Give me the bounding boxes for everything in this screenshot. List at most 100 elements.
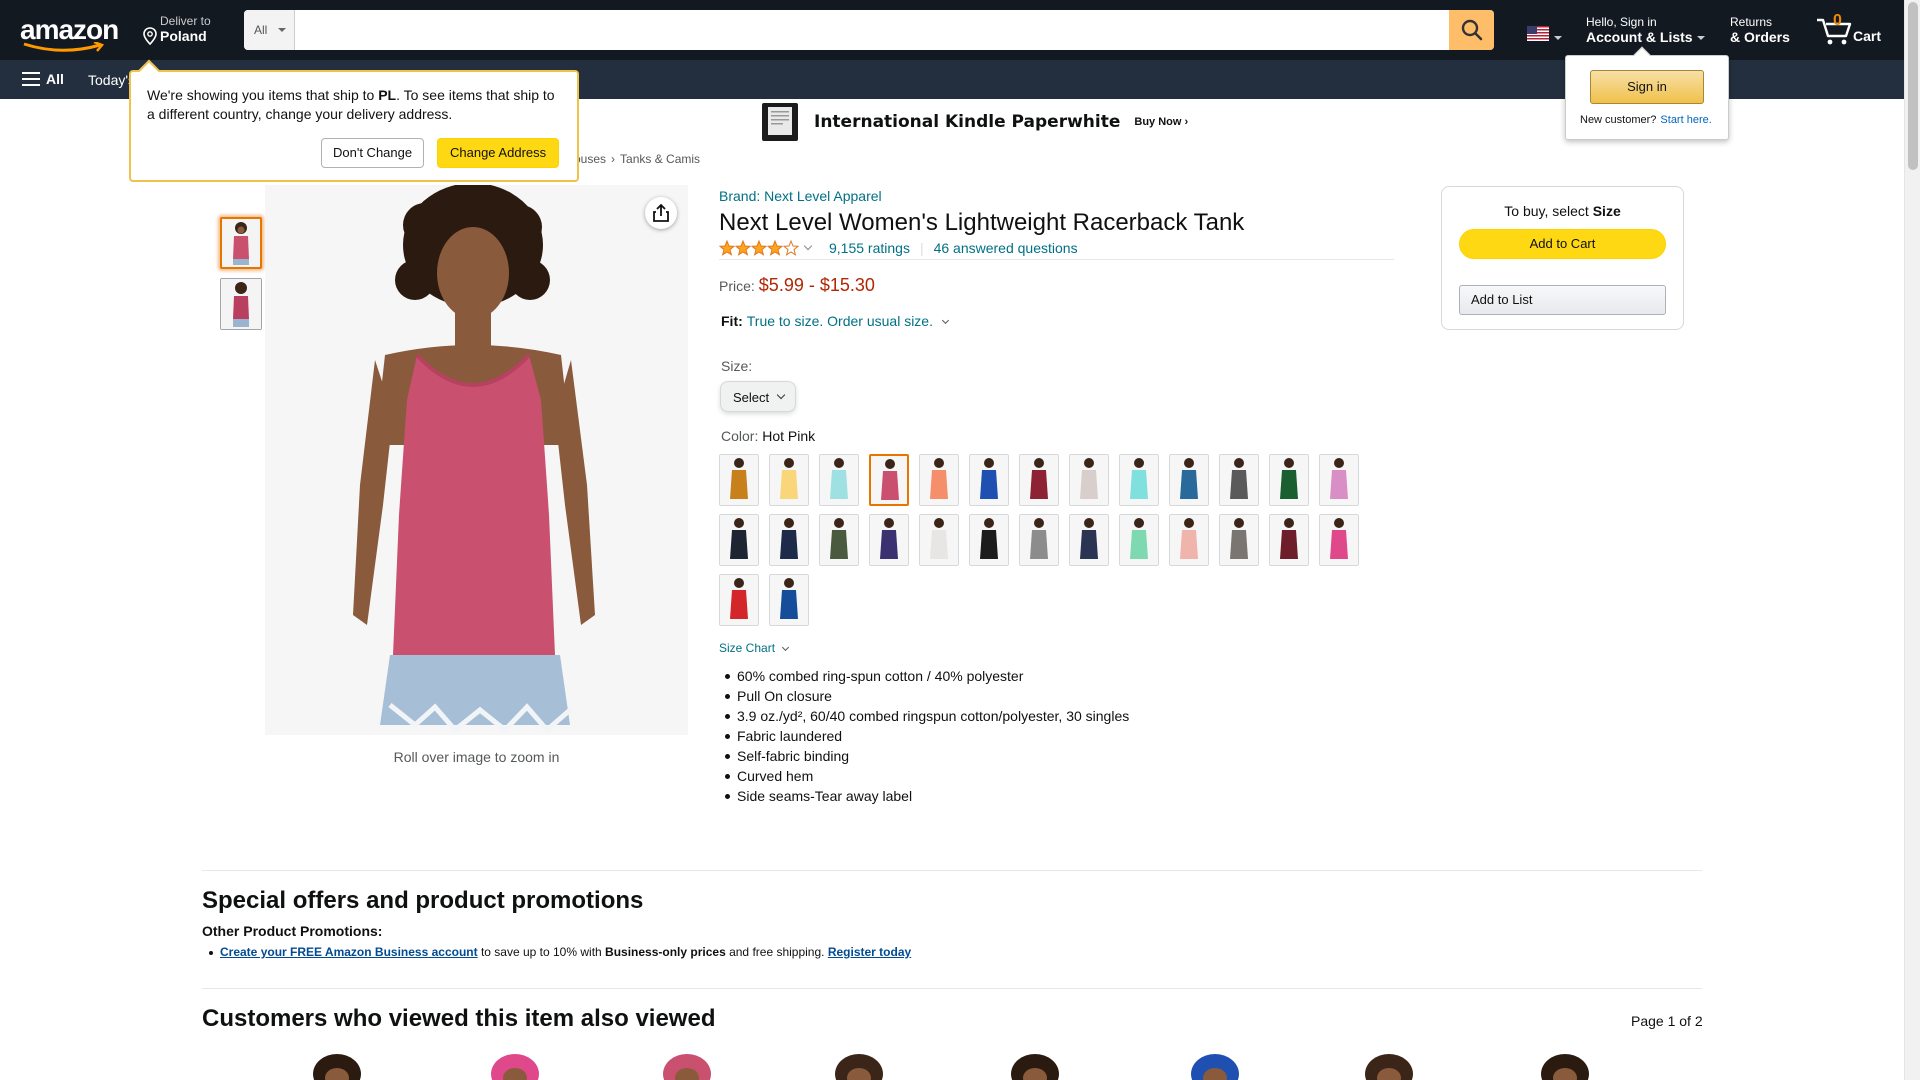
share-button[interactable] (645, 197, 677, 229)
fit-text[interactable]: True to size. Order usual size. (747, 313, 933, 329)
color-label: Color: Hot Pink (721, 428, 816, 444)
chevron-down-icon[interactable] (941, 316, 950, 325)
product-thumbnail[interactable] (220, 217, 262, 269)
deliver-to[interactable]: Deliver to Poland (142, 14, 211, 45)
kindle-banner[interactable]: International Kindle Paperwhite Buy Now … (760, 101, 1188, 143)
carousel-product-card[interactable] (292, 1052, 382, 1080)
carousel-product-card[interactable] (1520, 1052, 1610, 1080)
color-swatch[interactable] (819, 514, 859, 566)
deliver-label: Deliver to (160, 14, 211, 28)
amazon-business-link[interactable]: Create your FREE Amazon Business account (220, 945, 478, 959)
color-swatch[interactable] (769, 574, 809, 626)
scrollbar-thumb[interactable] (1908, 2, 1918, 170)
color-swatch[interactable] (1119, 454, 1159, 506)
color-swatch[interactable] (719, 514, 759, 566)
product-main-image[interactable] (265, 185, 688, 735)
swatch-image (720, 575, 758, 625)
carousel-product-card[interactable] (470, 1052, 560, 1080)
ratings-count-link[interactable]: 9,155 ratings (829, 240, 910, 256)
carousel-product-image (1011, 1054, 1059, 1080)
color-swatch[interactable] (1269, 514, 1309, 566)
fit-row: Fit: True to size. Order usual size. (721, 313, 950, 329)
carousel-product-card[interactable] (814, 1052, 904, 1080)
carousel-product-image (1191, 1054, 1239, 1080)
color-swatch[interactable] (769, 514, 809, 566)
brand-link[interactable]: Brand: Next Level Apparel (719, 188, 882, 204)
size-chart-link[interactable]: Size Chart (719, 641, 790, 655)
page-scrollbar[interactable] (1904, 0, 1920, 1080)
breadcrumb-item[interactable]: Tanks & Camis (620, 152, 700, 166)
add-to-cart-button[interactable]: Add to Cart (1459, 229, 1666, 259)
color-swatch[interactable] (1219, 454, 1259, 506)
carousel-product-card[interactable] (642, 1052, 732, 1080)
buybox-title: To buy, select Size (1504, 203, 1621, 219)
color-swatch[interactable] (969, 454, 1009, 506)
color-swatch[interactable] (919, 514, 959, 566)
answered-questions-link[interactable]: 46 answered questions (934, 240, 1078, 256)
start-here-link[interactable]: Start here. (1660, 114, 1711, 126)
star-icon (767, 240, 783, 256)
selected-color-name: Hot Pink (762, 428, 816, 444)
swatch-image (970, 515, 1008, 565)
star-rating[interactable] (719, 240, 799, 256)
thumbnail-image (222, 219, 260, 267)
carousel-product-image (491, 1054, 539, 1080)
swatch-image (920, 455, 958, 505)
amazon-logo[interactable]: amazon (20, 14, 122, 52)
search-category-dropdown[interactable]: All (244, 10, 295, 50)
dont-change-button[interactable]: Don't Change (321, 138, 425, 168)
size-dropdown[interactable]: Select (720, 381, 796, 412)
kindle-buy-now[interactable]: Buy Now › (1134, 116, 1188, 128)
color-swatch[interactable] (969, 514, 1009, 566)
returns-orders-link[interactable]: Returns & Orders (1730, 15, 1790, 45)
color-swatch[interactable] (1069, 454, 1109, 506)
register-today-link[interactable]: Register today (828, 945, 911, 959)
color-swatch[interactable] (1019, 454, 1059, 506)
change-address-button[interactable]: Change Address (437, 138, 560, 168)
color-swatch[interactable] (919, 454, 959, 506)
cart-link[interactable]: 0 Cart (1815, 12, 1885, 48)
color-swatch[interactable] (1169, 454, 1209, 506)
all-menu-label: All (46, 71, 64, 87)
chevron-down-icon (776, 390, 786, 400)
color-swatch[interactable] (869, 514, 909, 566)
color-swatch[interactable] (719, 454, 759, 506)
color-swatch[interactable] (819, 454, 859, 506)
feature-bullet: 60% combed ring-spun cotton / 40% polyes… (724, 666, 1129, 686)
feature-bullet: Curved hem (724, 766, 1129, 786)
color-swatch[interactable] (1169, 514, 1209, 566)
search-input[interactable] (296, 10, 1441, 50)
color-swatch[interactable] (719, 574, 759, 626)
ship-to-message: We're showing you items that ship to PL.… (147, 87, 555, 122)
account-lists-menu[interactable]: Hello, Sign in Account & Lists (1586, 15, 1705, 45)
signin-button[interactable]: Sign in (1590, 70, 1704, 104)
search-button[interactable] (1449, 10, 1494, 50)
carousel-product-card[interactable] (990, 1052, 1080, 1080)
color-swatch[interactable] (1219, 514, 1259, 566)
color-swatch[interactable] (1269, 454, 1309, 506)
star-icon (719, 240, 735, 256)
swatch-image (1270, 455, 1308, 505)
rating-row: 9,155 ratings | 46 answered questions (719, 240, 1078, 256)
color-swatch[interactable] (1069, 514, 1109, 566)
color-swatch[interactable] (1019, 514, 1059, 566)
todays-deals-link[interactable]: Today's (88, 72, 135, 88)
all-menu-button[interactable]: All (22, 71, 64, 87)
us-flag-icon[interactable] (1527, 26, 1549, 41)
color-swatch[interactable] (869, 454, 909, 506)
color-swatch[interactable] (1119, 514, 1159, 566)
caret-down-icon (278, 28, 286, 32)
color-swatch[interactable] (1319, 514, 1359, 566)
swatch-image (720, 455, 758, 505)
carousel-product-card[interactable] (1170, 1052, 1260, 1080)
language-caret-icon (1554, 36, 1562, 40)
chevron-down-icon[interactable] (803, 241, 813, 251)
returns-label: Returns (1730, 15, 1773, 29)
color-swatch[interactable] (769, 454, 809, 506)
add-to-list-button[interactable]: Add to List (1459, 285, 1666, 315)
size-label: Size: (721, 358, 753, 374)
title-divider (719, 259, 1394, 260)
carousel-product-card[interactable] (1344, 1052, 1434, 1080)
color-swatch[interactable] (1319, 454, 1359, 506)
product-thumbnail[interactable] (220, 278, 262, 330)
